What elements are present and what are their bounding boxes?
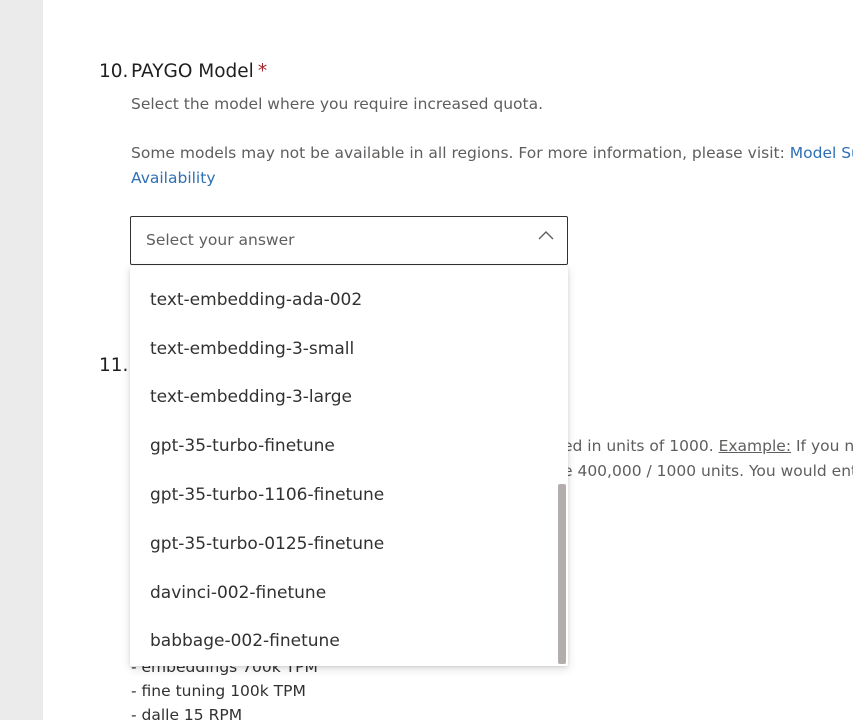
page-gutter [0, 0, 43, 720]
question-11-desc-part: ed in units of 1000. [563, 437, 714, 455]
question-10-info-text: Some models may not be available in all … [131, 144, 785, 162]
option-gpt-35-turbo-0125-finetune[interactable]: gpt-35-turbo-0125-finetune [130, 524, 556, 564]
question-10-info: Some models may not be available in all … [131, 144, 853, 162]
question-11-list-item: - dalle 15 RPM [131, 706, 243, 720]
option-gpt-35-turbo-finetune[interactable]: gpt-35-turbo-finetune [130, 426, 556, 466]
option-text-embedding-ada-002[interactable]: text-embedding-ada-002 [130, 280, 556, 320]
listbox-scrollbar[interactable] [556, 266, 568, 666]
question-11-number: 11. [99, 355, 129, 376]
question-10-number: 10. [99, 61, 129, 82]
option-gpt-35-turbo-1106-finetune[interactable]: gpt-35-turbo-1106-finetune [130, 475, 556, 515]
question-10-title-text: PAYGO Model [131, 61, 254, 82]
model-availability-link-start[interactable]: Model Su [790, 144, 853, 162]
option-text-embedding-3-small[interactable]: text-embedding-3-small [130, 329, 556, 369]
model-options-listbox[interactable]: text-embedding-ada-002 text-embedding-3-… [130, 266, 568, 666]
question-11-list-item: - fine tuning 100k TPM [131, 682, 306, 700]
scrollbar-thumb[interactable] [558, 484, 566, 664]
question-11-description-line-2: e 400,000 / 1000 units. You would ent [563, 462, 853, 480]
question-11-desc-part-2: If you ne [795, 437, 853, 455]
chevron-up-icon[interactable] [537, 229, 555, 243]
question-11-description-line-1: ed in units of 1000. Example: If you ne [563, 437, 853, 455]
option-text-embedding-3-large[interactable]: text-embedding-3-large [130, 377, 556, 417]
model-availability-link-end[interactable]: Availability [131, 169, 216, 187]
model-select-placeholder: Select your answer [146, 231, 295, 249]
option-davinci-002-finetune[interactable]: davinci-002-finetune [130, 573, 556, 613]
question-10-title: PAYGO Model * [131, 61, 267, 82]
question-11-example-label: Example: [718, 437, 792, 455]
model-select[interactable]: Select your answer [130, 216, 568, 265]
question-10-subtitle: Select the model where you require incre… [131, 95, 544, 113]
required-marker: * [257, 61, 268, 82]
option-babbage-002-finetune[interactable]: babbage-002-finetune [130, 621, 556, 661]
